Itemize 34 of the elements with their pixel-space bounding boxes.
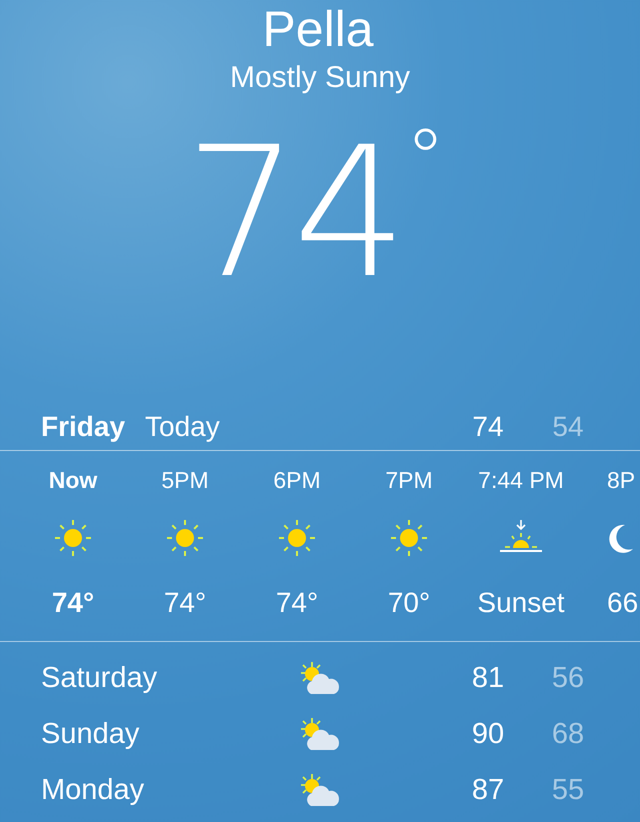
low-temperature: 68 <box>550 718 586 750</box>
today-label: Today <box>145 411 221 443</box>
hour-temperature: 74° <box>164 586 206 620</box>
current-temperature: 74 <box>184 114 402 314</box>
day-name: Monday <box>41 774 146 806</box>
hour-temperature: 74° <box>52 586 94 620</box>
hour-temperature: 70° <box>388 586 430 620</box>
low-temperature: 55 <box>550 774 586 806</box>
hour-temperature: 66 <box>607 586 638 620</box>
hour-label: 6PM <box>273 466 321 495</box>
hour-label: 7:44 PM <box>478 466 564 495</box>
sun-icon <box>165 518 205 558</box>
sun-icon <box>53 518 93 558</box>
high-temperature: 81 <box>470 662 506 694</box>
degree-sign: ° <box>406 114 446 204</box>
hour-temperature: Sunset <box>477 586 565 620</box>
day-name: Sunday <box>41 718 140 750</box>
city-name: Pella <box>262 2 374 56</box>
high-temperature: 74 <box>471 411 505 443</box>
hour-label: 5PM <box>161 466 209 495</box>
hour-label: 7PM <box>385 466 433 495</box>
hour-temperature: 74° <box>276 586 318 620</box>
sun-icon <box>389 518 429 558</box>
high-temperature: 90 <box>470 718 506 750</box>
hourly-forecast[interactable]: Now 74° 5PM 74° 6PM 74° 7PM 70° 7:44 PM Sunset 8P 66 <box>0 451 640 642</box>
high-temperature: 87 <box>470 774 506 806</box>
day-name: Saturday <box>41 662 158 694</box>
condition-text: Mostly Sunny <box>230 60 410 96</box>
hour-label: 8P <box>607 466 636 495</box>
low-temperature: 54 <box>551 411 585 443</box>
day-name: Friday <box>41 411 126 443</box>
sun-icon <box>277 518 317 558</box>
hour-label: Now <box>48 466 98 495</box>
low-temperature: 56 <box>550 662 586 694</box>
